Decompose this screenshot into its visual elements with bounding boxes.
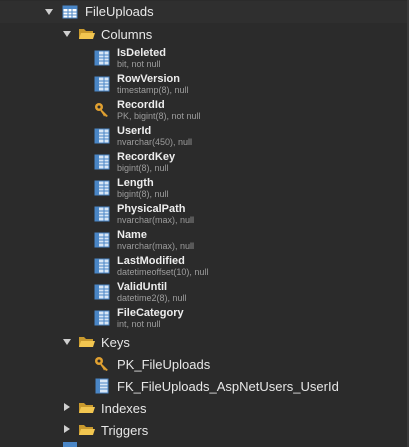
- column-name: Name: [117, 229, 147, 241]
- chevron-right-icon[interactable]: [64, 403, 70, 411]
- column-name: UserId: [117, 125, 152, 137]
- key-icon: [95, 103, 108, 117]
- table-icon: [62, 5, 78, 19]
- column-name: PhysicalPath: [117, 203, 186, 215]
- column-item[interactable]: FileCategory int, not null: [0, 305, 407, 331]
- column-icon: [94, 310, 110, 326]
- column-icon: [94, 258, 110, 274]
- column-type: bigint(8), null: [117, 163, 169, 173]
- column-item[interactable]: RowVersion timestamp(8), null: [0, 71, 407, 97]
- columns-folder-label: Columns: [101, 27, 153, 42]
- table-label: FileUploads: [85, 4, 154, 19]
- column-item[interactable]: RecordId PK, bigint(8), not null: [0, 97, 407, 123]
- folder-open-icon: [79, 29, 95, 39]
- column-name: Length: [117, 177, 154, 189]
- column-type: bigint(8), null: [117, 189, 169, 199]
- column-type: timestamp(8), null: [117, 85, 189, 95]
- chevron-down-icon[interactable]: [63, 31, 71, 37]
- tree-item-triggers-folder[interactable]: Triggers: [0, 419, 407, 441]
- column-icon: [94, 128, 110, 144]
- column-type: nvarchar(450), null: [117, 137, 193, 147]
- column-item[interactable]: RecordKey bigint(8), null: [0, 149, 407, 175]
- tree-item-key-fk[interactable]: FK_FileUploads_AspNetUsers_UserId: [0, 375, 407, 397]
- column-icon: [94, 76, 110, 92]
- column-icon: [94, 284, 110, 300]
- column-item[interactable]: ValidUntil datetime2(8), null: [0, 279, 407, 305]
- indexes-folder-label: Indexes: [101, 401, 147, 416]
- column-icon: [94, 206, 110, 222]
- tree-item-table-fileuploads[interactable]: FileUploads: [0, 1, 407, 23]
- keys-folder-label: Keys: [101, 335, 130, 350]
- column-icon: [94, 232, 110, 248]
- tree-item-columns-folder[interactable]: Columns: [0, 23, 407, 45]
- key-icon: [95, 357, 108, 371]
- column-item[interactable]: Name nvarchar(max), null: [0, 227, 407, 253]
- triggers-folder-label: Triggers: [101, 423, 149, 438]
- folder-icon: [79, 425, 95, 435]
- folder-open-icon: [79, 337, 95, 347]
- key-label: PK_FileUploads: [117, 357, 211, 372]
- key-label: FK_FileUploads_AspNetUsers_UserId: [117, 379, 339, 394]
- folder-icon: [79, 403, 95, 413]
- chevron-right-icon[interactable]: [64, 425, 70, 433]
- tree-item-indexes-folder[interactable]: Indexes: [0, 397, 407, 419]
- column-item[interactable]: UserId nvarchar(450), null: [0, 123, 407, 149]
- column-type: datetime2(8), null: [117, 293, 187, 303]
- column-item[interactable]: Length bigint(8), null: [0, 175, 407, 201]
- foreign-key-icon: [95, 378, 109, 394]
- column-name: RowVersion: [117, 73, 180, 85]
- column-type: nvarchar(max), null: [117, 215, 195, 225]
- chevron-down-icon[interactable]: [63, 339, 71, 345]
- column-type: nvarchar(max), null: [117, 241, 195, 251]
- column-icon: [94, 50, 110, 66]
- tree-item-key-pk[interactable]: PK_FileUploads: [0, 353, 407, 375]
- column-icon: [94, 154, 110, 170]
- column-type: PK, bigint(8), not null: [117, 111, 201, 121]
- column-type: datetimeoffset(10), null: [117, 267, 209, 277]
- column-name: IsDeleted: [117, 47, 166, 59]
- tree-item-keys-folder[interactable]: Keys: [0, 331, 407, 353]
- column-name: FileCategory: [117, 307, 184, 319]
- chevron-down-icon[interactable]: [45, 9, 53, 15]
- column-name: RecordId: [117, 99, 165, 111]
- table-icon: [63, 442, 77, 447]
- column-item[interactable]: IsDeleted bit, not null: [0, 45, 407, 71]
- column-name: ValidUntil: [117, 281, 168, 293]
- column-type: int, not null: [117, 319, 161, 329]
- column-icon: [94, 180, 110, 196]
- column-item[interactable]: LastModified datetimeoffset(10), null: [0, 253, 407, 279]
- column-item[interactable]: PhysicalPath nvarchar(max), null: [0, 201, 407, 227]
- column-type: bit, not null: [117, 59, 161, 69]
- column-name: RecordKey: [117, 151, 176, 163]
- column-name: LastModified: [117, 255, 185, 267]
